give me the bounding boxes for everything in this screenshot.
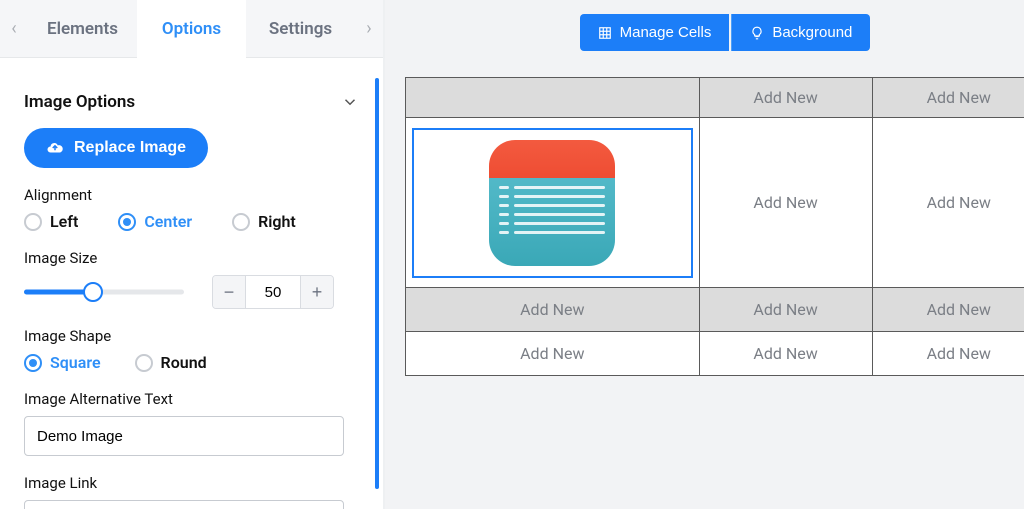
image-link-label: Image Link — [24, 474, 359, 492]
radio-circle-icon — [232, 213, 250, 231]
grid-cell-image-selected[interactable] — [406, 118, 700, 288]
section-title: Image Options — [24, 92, 135, 112]
radio-circle-icon — [24, 213, 42, 231]
selected-image-frame — [412, 128, 693, 278]
grid-cell-add-new[interactable]: Add New — [699, 118, 872, 288]
replace-image-button[interactable]: Replace Image — [24, 128, 208, 168]
options-panel: Image Options Replace Image Alignment Le… — [0, 58, 383, 509]
bulb-icon — [750, 26, 764, 40]
demo-image-icon — [489, 140, 615, 266]
shape-square-radio[interactable]: Square — [24, 353, 101, 372]
grid-icon — [598, 26, 612, 40]
alignment-label: Alignment — [24, 186, 359, 204]
alignment-center-radio[interactable]: Center — [118, 212, 192, 231]
alt-text-input[interactable] — [24, 416, 344, 456]
section-header-image-options[interactable]: Image Options — [24, 92, 359, 112]
upload-cloud-icon — [46, 139, 64, 157]
image-link-input[interactable] — [24, 500, 344, 509]
tab-settings[interactable]: Settings — [246, 0, 355, 58]
grid-cell-add-new[interactable]: Add New — [872, 78, 1024, 118]
tabs-next-arrow[interactable]: › — [355, 18, 383, 39]
grid-cell-add-new[interactable]: Add New — [872, 332, 1024, 376]
image-size-stepper: − + — [212, 275, 334, 309]
grid-cell-add-new[interactable]: Add New — [699, 78, 872, 118]
slider-thumb[interactable] — [83, 282, 103, 302]
grid-cell-add-new[interactable]: Add New — [406, 288, 700, 332]
shape-round-label: Round — [161, 353, 207, 372]
manage-cells-label: Manage Cells — [620, 24, 712, 41]
editor-canvas: Manage Cells Background Add New Add New — [385, 0, 1024, 509]
image-size-slider[interactable] — [24, 282, 184, 302]
grid-cell-add-new[interactable]: Add New — [699, 288, 872, 332]
grid-cell-add-new[interactable]: Add New — [872, 118, 1024, 288]
sidebar-tabs: ‹ Elements Options Settings › — [0, 0, 383, 58]
grid-cell[interactable] — [406, 78, 700, 118]
canvas-toolbar: Manage Cells Background — [405, 14, 1024, 51]
alignment-right-label: Right — [258, 212, 296, 231]
tab-options[interactable]: Options — [137, 0, 246, 58]
image-shape-label: Image Shape — [24, 327, 359, 345]
alignment-left-radio[interactable]: Left — [24, 212, 78, 231]
radio-circle-icon — [135, 354, 153, 372]
radio-circle-icon — [118, 213, 136, 231]
alt-text-label: Image Alternative Text — [24, 390, 359, 408]
tab-elements[interactable]: Elements — [28, 0, 137, 58]
chevron-down-icon — [341, 93, 359, 111]
image-size-label: Image Size — [24, 249, 359, 267]
background-label: Background — [772, 24, 852, 41]
shape-round-radio[interactable]: Round — [135, 353, 207, 372]
grid-cell-add-new[interactable]: Add New — [406, 332, 700, 376]
tabs-prev-arrow[interactable]: ‹ — [0, 18, 28, 39]
manage-cells-button[interactable]: Manage Cells — [580, 14, 730, 51]
options-sidebar: ‹ Elements Options Settings › Image Opti… — [0, 0, 385, 509]
alignment-radio-group: Left Center Right — [24, 212, 359, 231]
replace-image-label: Replace Image — [74, 139, 186, 157]
radio-circle-icon — [24, 354, 42, 372]
shape-radio-group: Square Round — [24, 353, 359, 372]
image-size-input[interactable] — [245, 276, 301, 308]
layout-grid: Add New Add New — [405, 77, 1024, 376]
stepper-increment-button[interactable]: + — [301, 276, 333, 308]
alignment-right-radio[interactable]: Right — [232, 212, 296, 231]
alignment-center-label: Center — [144, 212, 192, 231]
background-button[interactable]: Background — [731, 14, 870, 51]
stepper-decrement-button[interactable]: − — [213, 276, 245, 308]
grid-cell-add-new[interactable]: Add New — [872, 288, 1024, 332]
grid-cell-add-new[interactable]: Add New — [699, 332, 872, 376]
alignment-left-label: Left — [50, 212, 78, 231]
shape-square-label: Square — [50, 353, 101, 372]
